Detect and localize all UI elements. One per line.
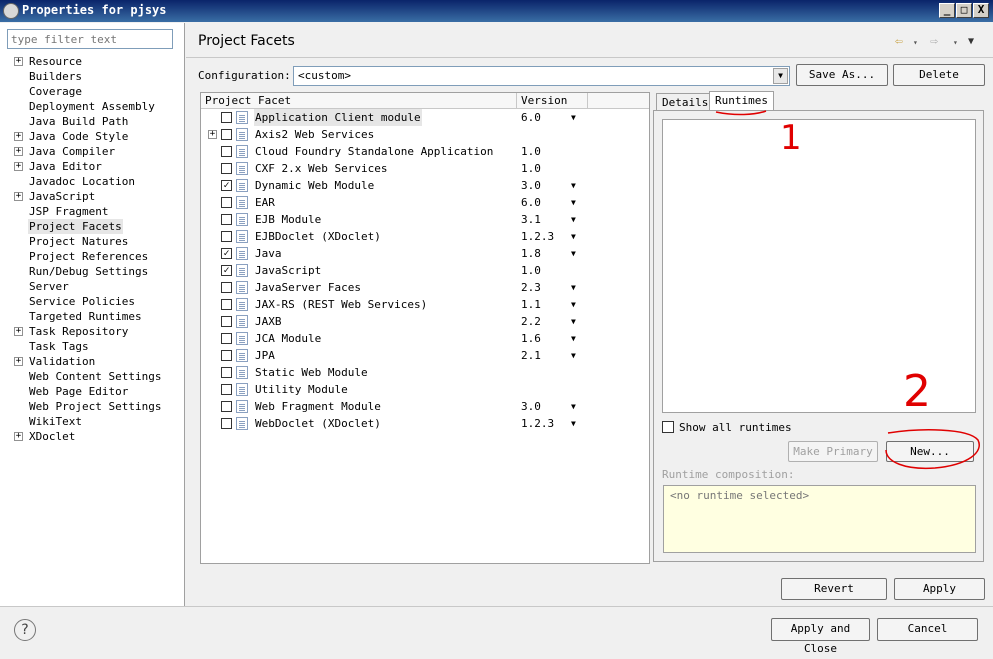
- annotation-number-2: 2: [903, 366, 931, 417]
- runtimes-underline-mark: [715, 110, 767, 116]
- annotation-number-1: 1: [780, 118, 802, 158]
- annotation-overlay: [715, 110, 980, 470]
- new-button-circle-mark: [885, 429, 980, 470]
